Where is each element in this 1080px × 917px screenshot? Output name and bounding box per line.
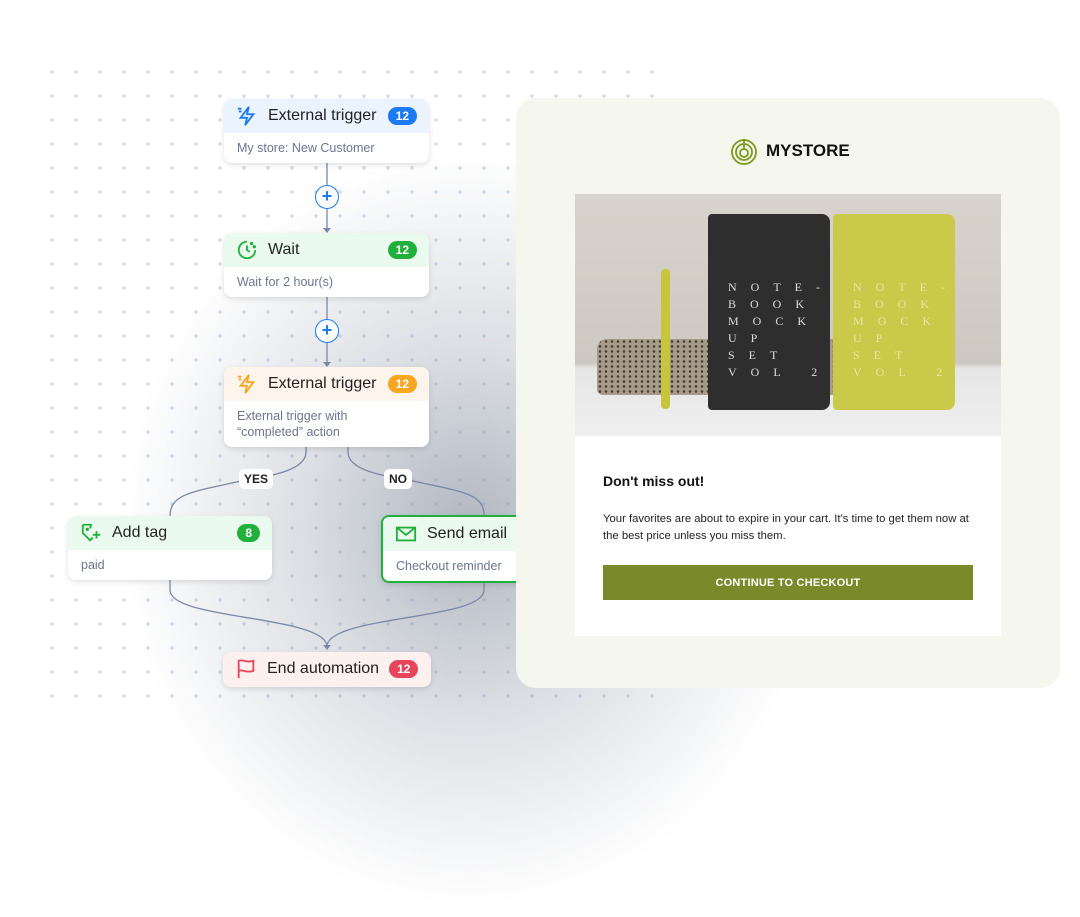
branch-label-yes: YES	[239, 469, 274, 489]
connector-no	[347, 446, 485, 516]
brand-logo: MYSTORE	[730, 137, 850, 165]
lightning-icon	[236, 105, 258, 127]
node-subtitle: My store: New Customer	[237, 141, 375, 155]
flow-node-external-trigger-completed[interactable]: External trigger 12 External trigger wit…	[224, 367, 429, 447]
continue-to-checkout-button[interactable]: CONTINUE TO CHECKOUT	[603, 565, 973, 600]
brand-name: MYSTORE	[766, 141, 850, 160]
count-badge: 8	[237, 524, 260, 542]
count-badge: 12	[387, 107, 417, 125]
add-step-button[interactable]: +	[315, 319, 339, 343]
email-text: Your favorites are about to expire in yo…	[603, 513, 969, 542]
envelope-icon	[395, 523, 417, 545]
node-title: External trigger	[268, 375, 377, 392]
connector	[169, 580, 328, 646]
node-title: Add tag	[112, 524, 168, 541]
flow-node-end-automation[interactable]: End automation 12	[223, 652, 431, 687]
flow-node-add-tag[interactable]: Add tag 8 paid	[68, 516, 272, 580]
flow-node-wait[interactable]: Wait 12 Wait for 2 hour(s)	[224, 233, 429, 297]
count-badge: 12	[387, 241, 417, 259]
node-title: Wait	[268, 241, 300, 258]
node-subtitle: Wait for 2 hour(s)	[237, 275, 334, 289]
clock-icon	[236, 239, 258, 261]
node-subtitle: paid	[81, 558, 105, 572]
flow-node-external-trigger[interactable]: External trigger 12 My store: New Custom…	[224, 99, 429, 163]
node-subtitle: External trigger with “completed” action	[237, 409, 348, 439]
count-badge: 12	[389, 660, 419, 678]
count-badge: 12	[387, 375, 417, 393]
lightning-icon	[236, 373, 258, 395]
node-title: External trigger	[268, 107, 377, 124]
branch-label-no: NO	[384, 469, 412, 489]
flag-icon	[235, 658, 257, 680]
email-body: Don't miss out! Your favorites are about…	[575, 436, 1001, 636]
product-image: NOTE- BOOK MOCK UP SET VOL 2 NOTE- BOOK …	[575, 194, 1001, 436]
connector-yes	[169, 446, 307, 517]
spiral-logo-icon	[731, 139, 757, 165]
add-step-button[interactable]: +	[315, 185, 339, 209]
node-title: End automation	[267, 660, 380, 677]
email-heading: Don't miss out!	[603, 473, 705, 489]
tag-plus-icon	[80, 522, 102, 544]
connector	[326, 581, 485, 646]
